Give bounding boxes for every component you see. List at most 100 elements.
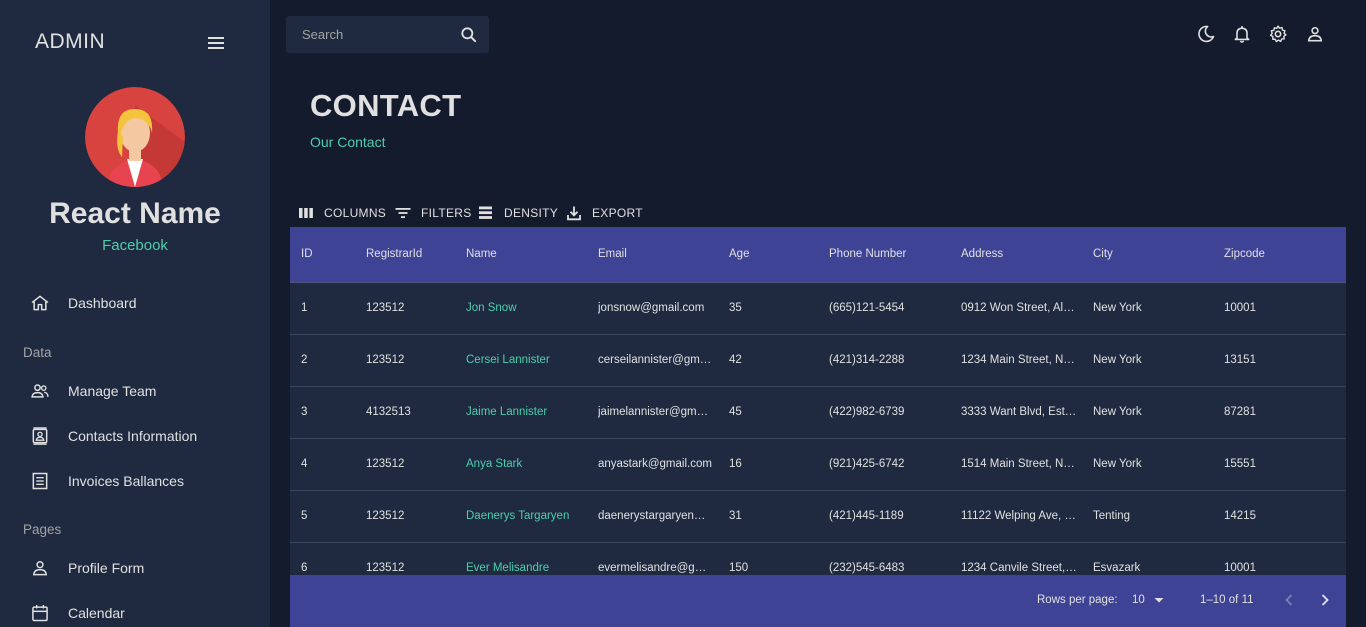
- cell-zipcode: 15551: [1224, 458, 1256, 470]
- export-button[interactable]: EXPORT: [565, 203, 643, 223]
- caret-down-icon: [1154, 598, 1164, 603]
- filters-button[interactable]: FILTERS: [394, 203, 472, 223]
- cell-age: 42: [729, 354, 742, 366]
- sidebar-item-contacts[interactable]: Contacts Information: [30, 422, 197, 450]
- columns-button[interactable]: COLUMNS: [297, 203, 386, 223]
- cell-phone: (921)425-6742: [829, 458, 905, 470]
- sidebar-item-profile-form[interactable]: Profile Form: [30, 554, 144, 582]
- cell-phone: (421)445-1189: [829, 510, 904, 522]
- cell-id: 6: [301, 562, 308, 574]
- brand-title: ADMIN: [35, 30, 106, 53]
- rows-per-page-select[interactable]: 10: [1132, 590, 1168, 610]
- grid-body: 1 123512 Jon Snow jonsnow@gmail.com 35 (…: [290, 283, 1346, 575]
- search-input[interactable]: [302, 27, 447, 42]
- density-icon: [477, 204, 495, 222]
- cell-name: Daenerys Targaryen: [466, 510, 570, 522]
- cell-age: 31: [729, 510, 742, 522]
- grid-footer: Rows per page: 10 1–10 of 11: [290, 575, 1346, 627]
- team-icon: [30, 381, 50, 401]
- cell-email: daenerystargaryen…: [598, 510, 706, 522]
- table-row[interactable]: 3 4132513 Jaime Lannister jaimelannister…: [290, 387, 1346, 439]
- sidebar-item-label: Manage Team: [68, 383, 157, 399]
- next-page-button[interactable]: [1313, 588, 1337, 612]
- table-row[interactable]: 6 123512 Ever Melisandre evermelisandre@…: [290, 543, 1346, 575]
- page-range: 1–10 of 11: [1200, 594, 1254, 606]
- sidebar-item-manage-team[interactable]: Manage Team: [30, 377, 156, 405]
- column-header-address[interactable]: Address: [961, 227, 1083, 283]
- cell-name: Jon Snow: [466, 302, 517, 314]
- density-button[interactable]: DENSITY: [477, 203, 558, 223]
- cell-address: 1234 Canvile Street,…: [961, 562, 1077, 574]
- column-header-name[interactable]: Name: [466, 227, 588, 283]
- cell-city: New York: [1093, 354, 1142, 366]
- sidebar-item-label: Contacts Information: [68, 428, 198, 444]
- cell-zipcode: 13151: [1224, 354, 1256, 366]
- search-icon[interactable]: [459, 25, 479, 45]
- column-header-city[interactable]: City: [1093, 227, 1215, 283]
- cell-registrar-id: 123512: [366, 510, 405, 522]
- table-row[interactable]: 1 123512 Jon Snow jonsnow@gmail.com 35 (…: [290, 283, 1346, 335]
- sidebar-item-label: Calendar: [68, 605, 125, 621]
- cell-phone: (422)982-6739: [829, 406, 905, 418]
- search-box: [286, 16, 489, 53]
- notifications-icon[interactable]: [1232, 24, 1252, 44]
- cell-address: 0912 Won Street, Al…: [961, 302, 1075, 314]
- cell-email: anyastark@gmail.com: [598, 458, 712, 470]
- sidebar: ADMIN React Name Facebook Dashboard Data…: [0, 0, 270, 627]
- cell-id: 2: [301, 354, 308, 366]
- avatar: [85, 87, 185, 187]
- column-header-age[interactable]: Age: [729, 227, 819, 283]
- cell-registrar-id: 123512: [366, 354, 405, 366]
- cell-name: Cersei Lannister: [466, 354, 550, 366]
- table-row[interactable]: 4 123512 Anya Stark anyastark@gmail.com …: [290, 439, 1346, 491]
- dark-mode-icon[interactable]: [1196, 24, 1216, 44]
- sidebar-item-label: Dashboard: [68, 295, 137, 311]
- sidebar-item-invoices[interactable]: Invoices Ballances: [30, 467, 184, 495]
- cell-age: 45: [729, 406, 742, 418]
- sidebar-item-calendar[interactable]: Calendar: [30, 599, 125, 627]
- home-icon: [30, 293, 50, 313]
- account-icon[interactable]: [1305, 24, 1325, 44]
- columns-icon: [297, 204, 315, 222]
- cell-email: jaimelannister@gm…: [598, 406, 709, 418]
- column-header-id[interactable]: ID: [301, 227, 356, 283]
- column-header-email[interactable]: Email: [598, 227, 720, 283]
- chevron-right-icon: [1321, 594, 1329, 606]
- receipt-icon: [30, 471, 50, 491]
- sidebar-item-label: Profile Form: [68, 560, 145, 576]
- table-row[interactable]: 2 123512 Cersei Lannister cerseilanniste…: [290, 335, 1346, 387]
- cell-id: 4: [301, 458, 308, 470]
- sidebar-section-data: Data: [23, 345, 52, 360]
- table-row[interactable]: 5 123512 Daenerys Targaryen daenerystarg…: [290, 491, 1346, 543]
- menu-icon[interactable]: [206, 34, 226, 52]
- sidebar-section-pages: Pages: [23, 522, 62, 537]
- cell-registrar-id: 123512: [366, 562, 405, 574]
- page-title: CONTACT: [310, 88, 462, 123]
- rows-per-page-value: 10: [1132, 594, 1145, 606]
- cell-registrar-id: 4132513: [366, 406, 411, 418]
- cell-name: Ever Melisandre: [466, 562, 550, 574]
- column-header-registrar-id[interactable]: RegistrarId: [366, 227, 456, 283]
- previous-page-button[interactable]: [1277, 588, 1301, 612]
- sidebar-item-dashboard[interactable]: Dashboard: [30, 289, 137, 317]
- chevron-left-icon: [1285, 594, 1293, 606]
- cell-id: 5: [301, 510, 308, 522]
- cell-age: 35: [729, 302, 742, 314]
- cell-address: 11122 Welping Ave, …: [961, 510, 1076, 522]
- cell-age: 16: [729, 458, 742, 470]
- filters-label: FILTERS: [421, 206, 472, 220]
- contacts-icon: [30, 426, 50, 446]
- column-header-phone[interactable]: Phone Number: [829, 227, 951, 283]
- settings-icon[interactable]: [1268, 24, 1288, 44]
- calendar-icon: [30, 603, 50, 623]
- rows-per-page-label: Rows per page:: [1037, 594, 1118, 606]
- cell-name: Jaime Lannister: [466, 406, 548, 418]
- profile-name: React Name: [49, 197, 221, 230]
- columns-label: COLUMNS: [324, 206, 387, 220]
- cell-age: 150: [729, 562, 749, 574]
- cell-city: New York: [1093, 302, 1142, 314]
- cell-registrar-id: 123512: [366, 302, 405, 314]
- cell-email: jonsnow@gmail.com: [598, 302, 705, 314]
- cell-id: 1: [301, 302, 308, 314]
- column-header-zipcode[interactable]: Zipcode: [1224, 227, 1334, 283]
